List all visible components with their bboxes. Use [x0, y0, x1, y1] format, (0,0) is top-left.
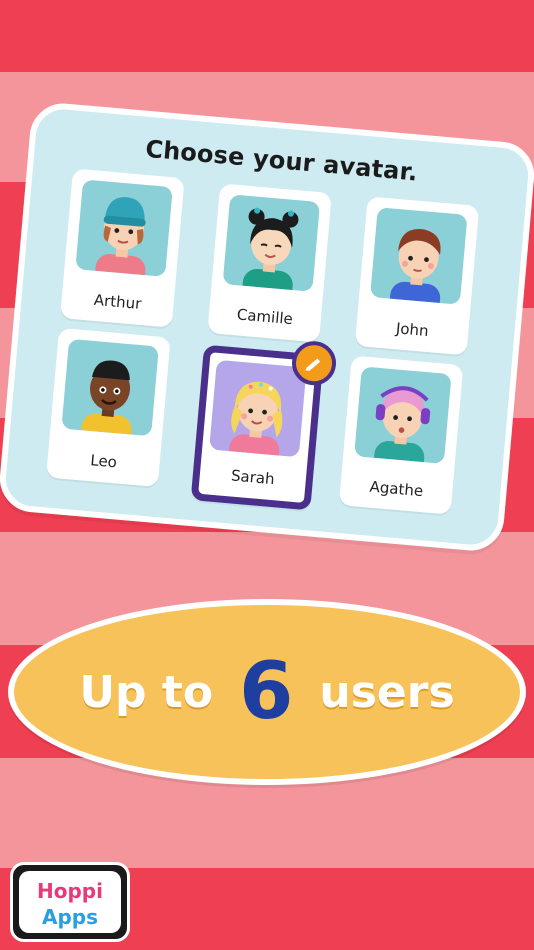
avatar-name: Camille	[236, 305, 294, 329]
card-panel: Choose your avatar. Arthur Camille John …	[0, 100, 534, 554]
avatar-name: Sarah	[230, 466, 276, 489]
avatar-name: Agathe	[368, 477, 424, 501]
logo-line-1: Hoppi	[37, 879, 103, 903]
sarah-portrait	[209, 359, 307, 458]
banner-text: Up to 6 users	[14, 605, 520, 779]
arthur-portrait	[75, 179, 173, 277]
avatar-agathe[interactable]: Agathe	[338, 355, 464, 515]
avatar-name: Leo	[89, 451, 118, 472]
logo-line-2: Apps	[41, 905, 98, 929]
avatar-leo[interactable]: Leo	[46, 327, 171, 488]
logo-inner: Hoppi Apps	[19, 871, 121, 933]
john-portrait	[370, 207, 468, 305]
avatar-name: Arthur	[93, 290, 143, 313]
banner-suffix: users	[319, 666, 455, 718]
banner-prefix: Up to	[79, 666, 214, 718]
leo-portrait	[61, 338, 159, 437]
users-banner: Up to 6 users	[8, 599, 526, 785]
banner-number: 6	[239, 647, 294, 737]
avatar-chooser-card: Choose your avatar. Arthur Camille John …	[0, 100, 534, 554]
avatar-sarah[interactable]: Sarah	[190, 339, 338, 511]
avatar-name: John	[395, 319, 430, 341]
agathe-portrait	[354, 366, 452, 464]
hoppi-apps-logo: Hoppi Apps	[10, 862, 130, 942]
avatar-camille[interactable]: Camille	[207, 183, 332, 343]
avatar-arthur[interactable]: Arthur	[60, 168, 185, 328]
avatar-john[interactable]: John	[354, 196, 480, 356]
camille-portrait	[222, 194, 321, 292]
